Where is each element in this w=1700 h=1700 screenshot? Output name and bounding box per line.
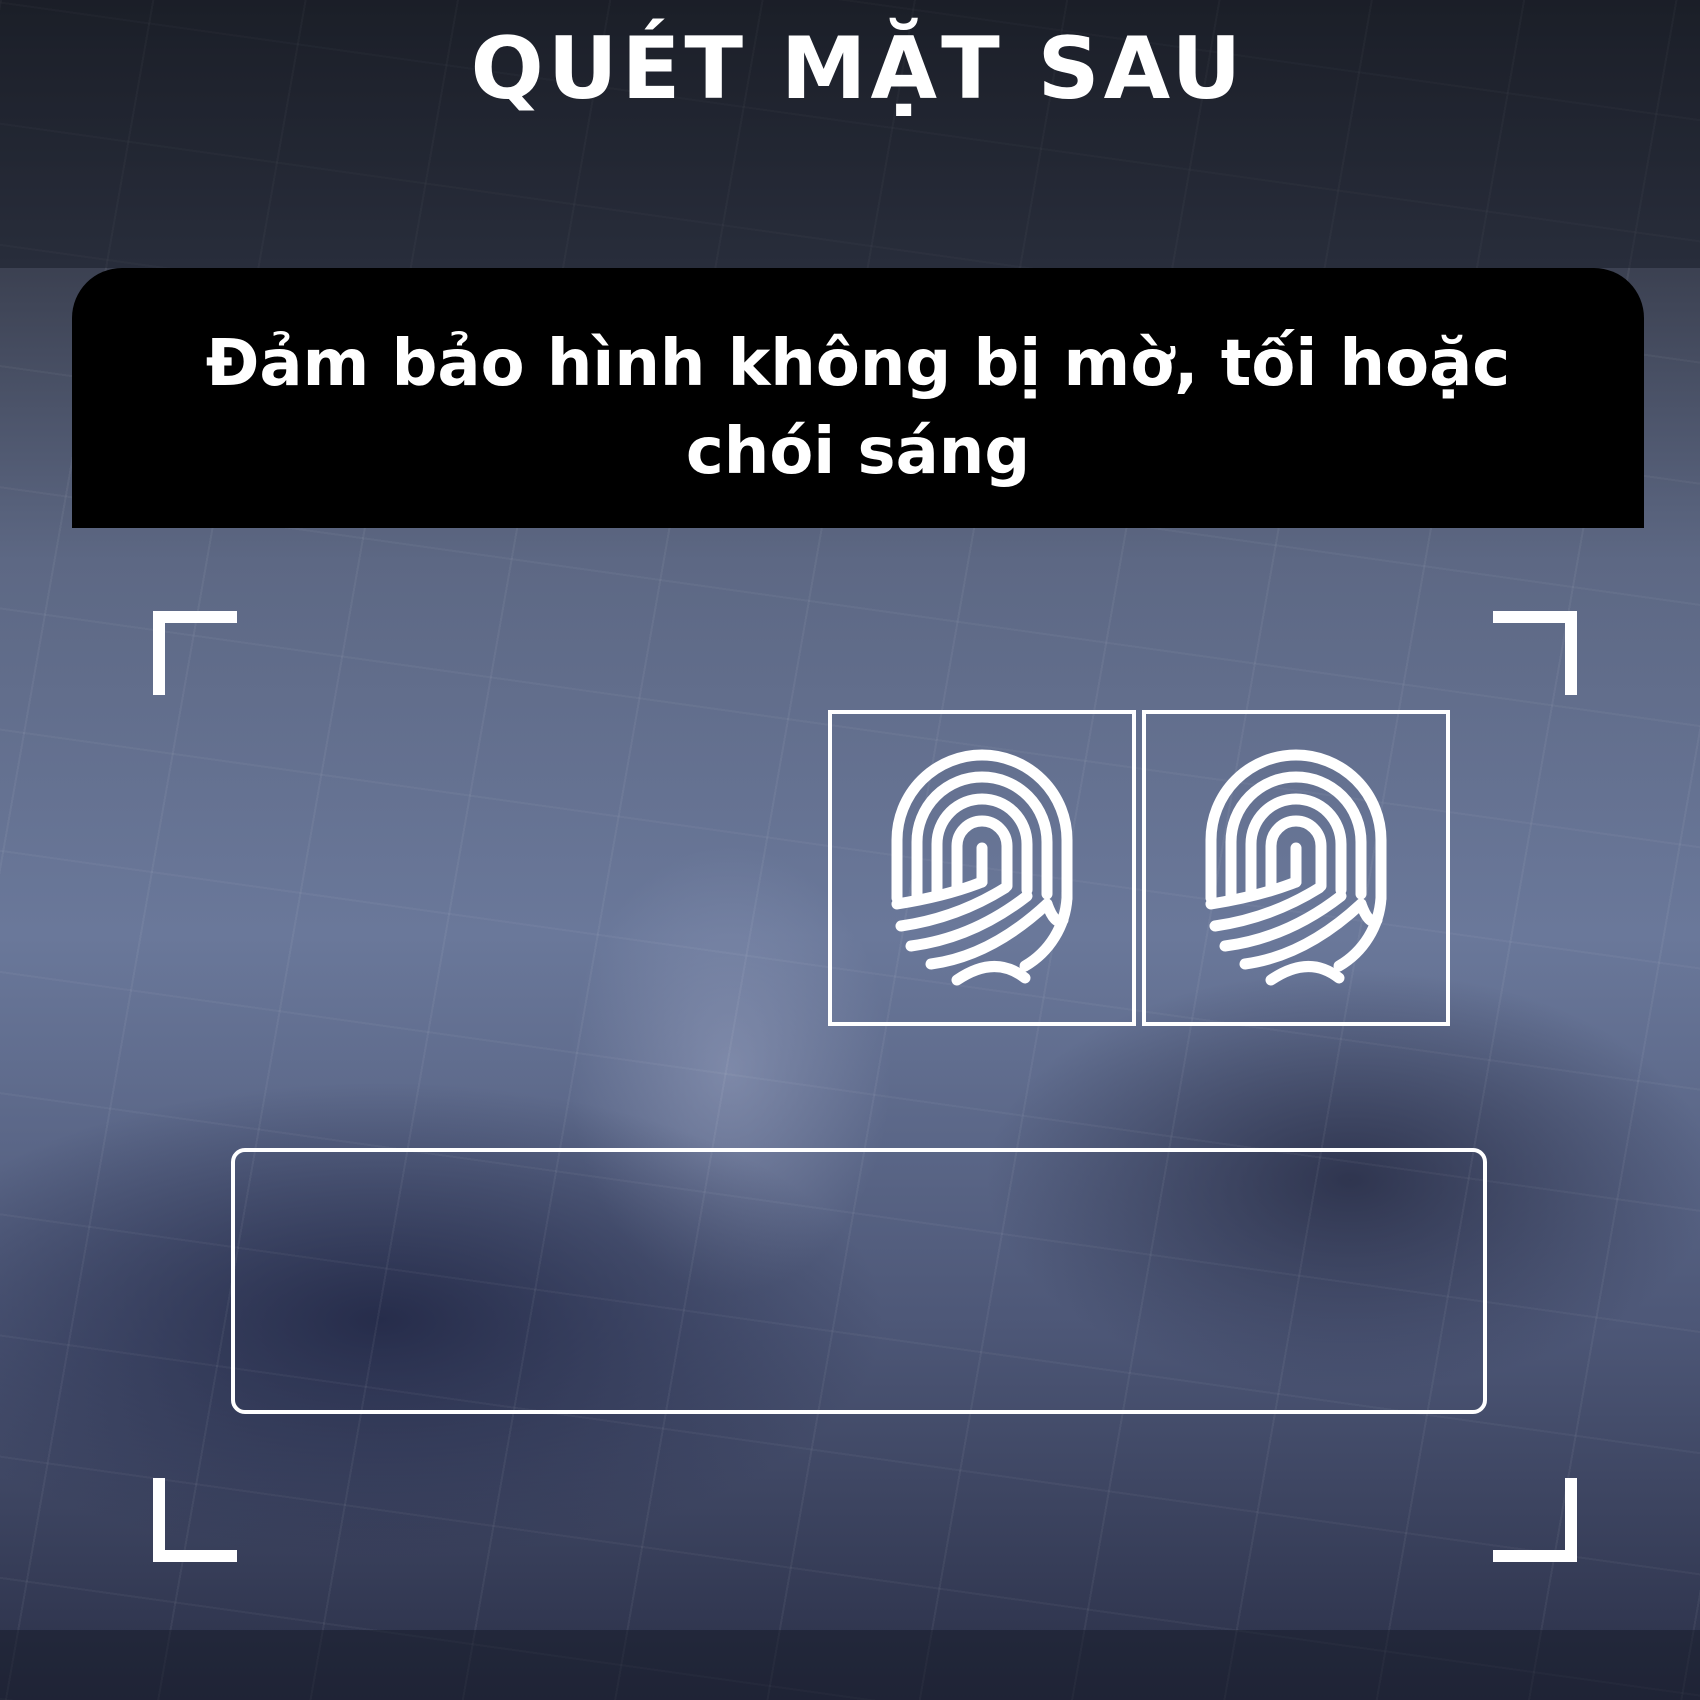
corner-guide-top-right [1493,611,1577,695]
right-fingerprint-box [1142,710,1450,1026]
fingerprint-icon [891,749,1073,986]
mrz-guide-box [231,1148,1487,1414]
corner-guide-bottom-right [1493,1478,1577,1562]
corner-guide-top-left [153,611,237,695]
left-fingerprint-box [828,710,1136,1026]
page-title: QUÉT MẶT SAU [470,19,1246,119]
instruction-text: Đảm bảo hình không bị mờ, tối hoặc chói … [205,327,1511,489]
instruction-banner: Đảm bảo hình không bị mờ, tối hoặc chói … [72,268,1644,528]
fingerprint-icon [1205,749,1387,986]
dim-overlay-bottom [0,1630,1700,1700]
corner-guide-bottom-left [153,1478,237,1562]
